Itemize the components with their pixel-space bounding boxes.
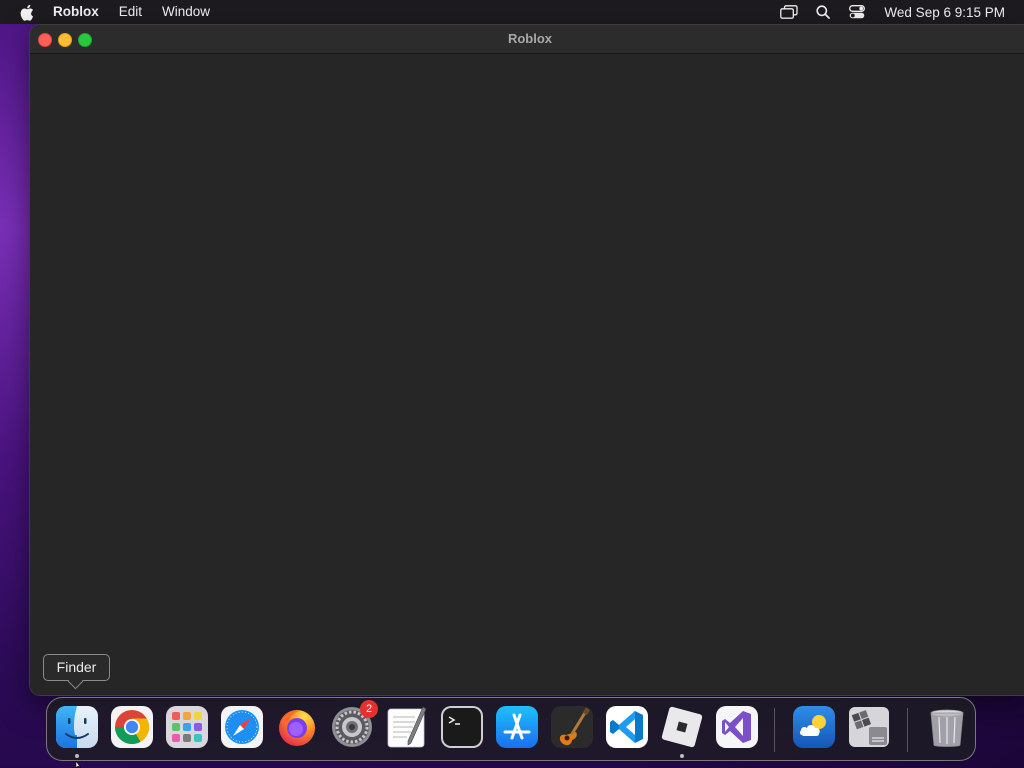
dock-item-garageband[interactable] (550, 705, 594, 749)
mouse-cursor-icon (76, 761, 82, 768)
roblox-window: Roblox (30, 25, 1024, 695)
app-store-icon (496, 706, 538, 748)
dock-item-firefox[interactable] (275, 705, 319, 749)
roblox-icon (661, 706, 703, 748)
dock-tooltip: Finder (43, 654, 110, 690)
finder-icon (56, 706, 98, 748)
menu-window[interactable]: Window (162, 0, 210, 24)
dock-item-terminal[interactable] (440, 705, 484, 749)
running-indicator (75, 754, 79, 758)
dock-item-app-store[interactable] (495, 705, 539, 749)
spotlight-search-icon[interactable] (812, 0, 834, 24)
window-title: Roblox (507, 31, 553, 46)
menu-edit[interactable]: Edit (119, 0, 142, 24)
garageband-icon (551, 706, 593, 748)
window-titlebar[interactable]: Roblox (30, 25, 1024, 54)
dock-separator (774, 708, 775, 752)
dock-item-system-preferences[interactable]: 2 (330, 700, 378, 749)
visual-studio-icon (716, 706, 758, 748)
chrome-icon (111, 706, 153, 748)
dock-item-textedit[interactable] (385, 705, 429, 749)
dock-separator (907, 708, 908, 752)
dock-tooltip-label: Finder (56, 659, 97, 675)
running-indicator (680, 754, 684, 758)
dock-item-safari[interactable] (220, 705, 264, 749)
menu-app-name[interactable]: Roblox (53, 0, 99, 24)
weather-icon (793, 706, 835, 748)
trash-icon (930, 709, 964, 747)
bootcamp-icon (849, 707, 889, 747)
screen-mirroring-icon[interactable] (778, 0, 800, 24)
apple-logo-icon[interactable] (18, 0, 36, 24)
safari-icon (221, 706, 263, 748)
textedit-icon (387, 706, 427, 748)
dock-item-chrome[interactable] (110, 705, 154, 749)
launchpad-icon (166, 706, 208, 748)
dock-item-finder[interactable] (55, 705, 99, 758)
dock-item-launchpad[interactable] (165, 705, 209, 749)
dock-item-roblox[interactable] (660, 705, 704, 758)
vscode-icon (606, 706, 648, 748)
dock-item-vscode[interactable] (605, 705, 649, 749)
menu-bar: Roblox Edit Window Wed Sep 6 9:15 PM (0, 0, 1024, 24)
firefox-icon (279, 710, 315, 746)
dock-item-visual-studio[interactable] (715, 705, 759, 749)
dock-item-weather[interactable] (792, 705, 836, 749)
dock-item-bootcamp[interactable] (847, 705, 891, 749)
dock: 2 (46, 697, 976, 761)
control-center-icon[interactable] (846, 0, 868, 24)
menu-bar-clock[interactable]: Wed Sep 6 9:15 PM (884, 5, 1005, 20)
terminal-icon (441, 706, 483, 748)
notification-badge: 2 (360, 700, 378, 718)
window-content[interactable] (30, 54, 1024, 695)
dock-item-trash[interactable] (925, 705, 969, 749)
